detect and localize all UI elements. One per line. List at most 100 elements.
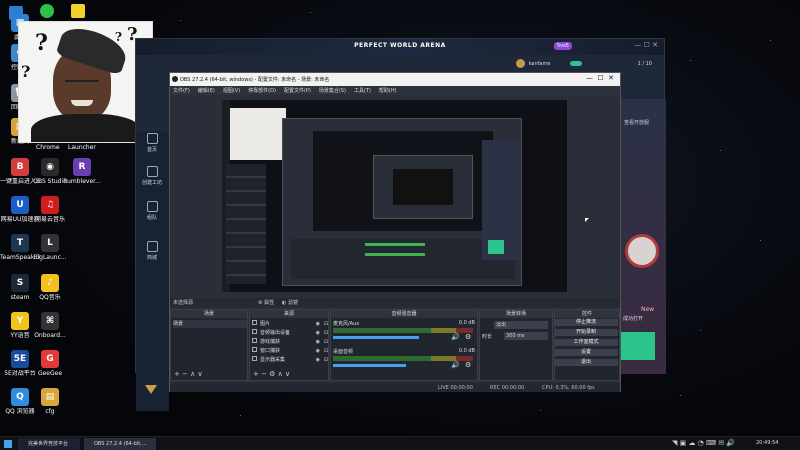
scenes-controls[interactable]: + − ∧ ∨ — [174, 370, 203, 378]
desktop-icon-label: 网易云音乐 — [34, 216, 65, 223]
taskbar-clock: 20:49:54 — [756, 440, 779, 446]
desktop-icon[interactable]: ▤ cfg — [30, 388, 70, 415]
obs-menu-item[interactable]: 工具(T) — [354, 87, 371, 94]
obs-menu-item[interactable]: 停靠部件(D) — [248, 87, 276, 94]
eye-icon[interactable]: ◉ — [316, 320, 320, 328]
source-item[interactable]: 窗口捕获 ◉ ⊡ — [252, 347, 328, 355]
source-item[interactable]: 显示器采集 ◉ ⊡ — [252, 356, 328, 364]
rec-status: REC 00:00:00 — [490, 385, 525, 391]
eye-icon[interactable]: ◉ — [316, 347, 320, 355]
transition-select[interactable]: 淡出 — [494, 321, 548, 329]
volume-slider[interactable] — [333, 336, 419, 339]
desktop-icon[interactable]: ♫ 网易云音乐 — [30, 196, 70, 223]
speaker-icon[interactable]: 🔊 — [451, 333, 460, 341]
start-icon[interactable] — [4, 440, 12, 448]
obs-control-button[interactable]: 设置 — [554, 349, 618, 356]
chrome-label[interactable]: Chrome — [36, 144, 60, 151]
arena-bottom-note[interactable]: 成功打开 — [623, 315, 643, 322]
gear-icon[interactable]: ⚙ — [465, 361, 471, 369]
desktop-icon[interactable]: L BigLaunc... — [30, 234, 70, 261]
player-icon[interactable] — [71, 4, 85, 18]
obs-window: OBS 27.2.4 (64-bit, windows) - 配置文件: 未命名… — [169, 72, 621, 392]
lock-icon[interactable]: ⊡ — [324, 347, 328, 355]
arena-window-controls[interactable]: — ☐ ✕ — [634, 41, 658, 49]
arena-side-item[interactable]: 首页 — [138, 133, 166, 153]
source-type-icon — [252, 347, 257, 352]
obs-control-button[interactable]: 工作室模式 — [554, 339, 618, 346]
launcher-label[interactable]: Launcher — [68, 144, 96, 151]
app-icon: L — [41, 234, 59, 252]
mixer-channel-name: 麦克风/Aux — [333, 321, 360, 327]
properties-button[interactable]: ⚙ 属性 — [258, 299, 274, 306]
gear-icon[interactable]: ⚙ — [465, 333, 471, 341]
wechat-icon[interactable] — [40, 4, 54, 18]
tray-icons[interactable]: ◥ ▣ ☁ ◔ ⌨ ✉ 🔊 — [672, 439, 735, 447]
arena-side-item[interactable]: 创建工坊 — [138, 166, 166, 186]
arena-username[interactable]: kanfame — [529, 61, 551, 67]
avatar[interactable] — [516, 59, 525, 68]
desktop-icon-label: Rumblever... — [63, 178, 101, 185]
transitions-dock: 场景转场 淡出 时长 300 ms — [479, 309, 553, 381]
duration-input[interactable]: 300 ms — [504, 332, 548, 340]
mixer-channel: 麦克风/Aux 0.0 dB 🔊 ⚙ — [333, 320, 475, 346]
obs-preview[interactable] — [222, 100, 567, 292]
person-eyes — [65, 80, 99, 85]
speaker-icon[interactable]: 🔊 — [451, 361, 460, 369]
volume-slider[interactable] — [333, 364, 406, 367]
taskbar-item-arena[interactable]: 完美世界竞技平台 — [18, 438, 80, 450]
app-icon: ▤ — [41, 388, 59, 406]
obs-control-button[interactable]: 开始录制 — [554, 329, 618, 336]
obs-control-button[interactable]: 停止推流 — [554, 319, 618, 326]
eye-icon[interactable]: ◉ — [316, 356, 320, 364]
lock-icon[interactable]: ⊡ — [324, 320, 328, 328]
desktop-icon[interactable]: ♪ QQ音乐 — [30, 274, 70, 301]
obs-menu-item[interactable]: 编辑(E) — [198, 87, 215, 94]
source-item[interactable]: 图片 ◉ ⊡ — [252, 320, 328, 328]
obs-menu-item[interactable]: 配置文件(P) — [284, 87, 311, 94]
arena-titlebar[interactable]: PERFECT WORLD ARENA 5vs5 — ☐ ✕ — [136, 39, 664, 55]
arena-side-item[interactable]: 商城 — [138, 241, 166, 261]
arena-green-card[interactable] — [621, 332, 655, 360]
source-item[interactable]: 音频输出设备 ◉ ⊡ — [252, 329, 328, 337]
arena-user-bar: kanfame 1 / 10 — [516, 59, 666, 73]
lock-icon[interactable]: ⊡ — [324, 338, 328, 346]
taskbar-item-obs[interactable]: OBS 27.2.4 (64-bit,... — [84, 438, 156, 450]
sources-controls[interactable]: + − ⚙ ∧ ∨ — [253, 370, 290, 378]
arena-side-item[interactable]: 组队 — [138, 201, 166, 221]
lock-icon[interactable]: ⊡ — [324, 356, 328, 364]
obs-window-controls[interactable]: — ☐ ✕ — [586, 74, 614, 82]
app-icon: ♫ — [41, 196, 59, 214]
filters-button[interactable]: ◐ 滤镜 — [282, 299, 298, 306]
obs-menu-item[interactable]: 帮助(H) — [379, 87, 397, 94]
cpu-status: CPU: 0.3%, 60.00 fps — [542, 385, 595, 391]
obs-control-button[interactable]: 退出 — [554, 359, 618, 366]
preview-webcam — [230, 108, 286, 160]
obs-source-toolbar: 未选择源 ⚙ 属性 ◐ 滤镜 — [170, 298, 620, 307]
duration-label: 时长 — [482, 334, 493, 340]
obs-menu-item[interactable]: 视图(V) — [223, 87, 240, 94]
desktop-icon[interactable]: G GeeGee — [30, 350, 70, 377]
desktop-icon[interactable]: R Rumblever... — [62, 158, 102, 185]
taskbar: 完美世界竞技平台 OBS 27.2.4 (64-bit,... ◥ ▣ ☁ ◔ … — [0, 436, 800, 450]
eye-icon[interactable]: ◉ — [316, 329, 320, 337]
mouse-cursor-icon — [585, 218, 589, 222]
obs-menu-item[interactable]: 场景集合(S) — [319, 87, 346, 94]
mixer-channel: 桌面音频 0.0 dB 🔊 ⚙ — [333, 348, 475, 374]
obs-titlebar[interactable]: OBS 27.2.4 (64-bit, windows) - 配置文件: 未命名… — [170, 73, 620, 86]
eye-icon[interactable]: ◉ — [316, 338, 320, 346]
desktop-icon-label: GeeGee — [37, 370, 63, 377]
no-source-label: 未选择源 — [173, 300, 194, 306]
source-type-icon — [252, 320, 257, 325]
lock-icon[interactable]: ⊡ — [324, 329, 328, 337]
transitions-dock-title: 场景转场 — [480, 310, 552, 318]
arena-right-text[interactable]: 查看开放服 — [624, 119, 649, 126]
source-item[interactable]: 游戏捕获 ◉ ⊡ — [252, 338, 328, 346]
app-icon: G — [41, 350, 59, 368]
obs-menu-item[interactable]: 文件(F) — [173, 87, 190, 94]
arena-badge[interactable]: 5vs5 — [554, 42, 572, 50]
sources-dock: 来源 图片 ◉ ⊡ 音频输出设备 ◉ ⊡ 游戏捕获 ◉ ⊡ 窗口捕获 ◉ ⊡ 显示器采集 ◉ ⊡ + − ⚙… — [249, 309, 329, 381]
scene-item[interactable]: 场景 — [173, 320, 247, 328]
mascot-icon — [625, 234, 659, 268]
desktop-icon[interactable]: ⌘ Onboard... — [30, 312, 70, 339]
vip-badge — [570, 61, 582, 66]
